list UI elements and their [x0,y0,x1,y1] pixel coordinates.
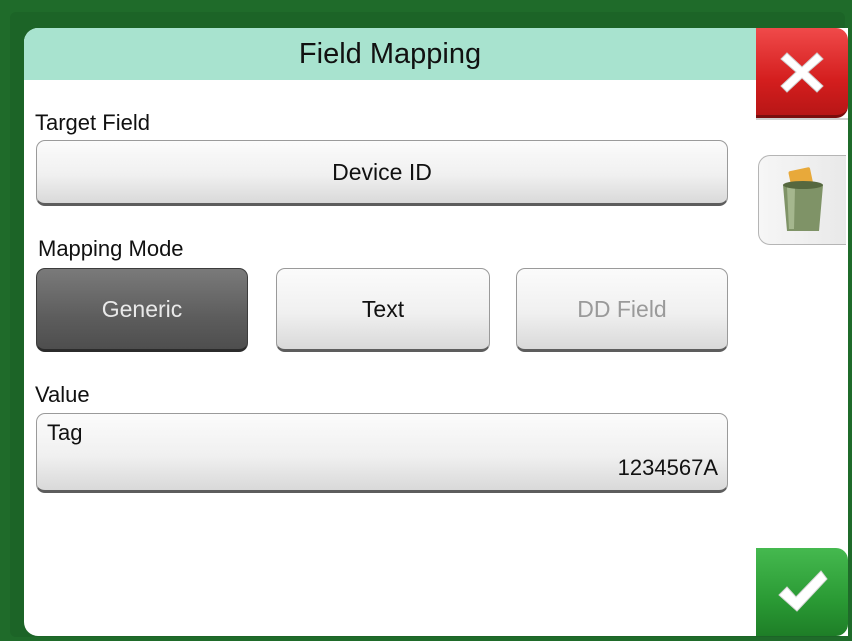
close-x-icon [780,51,824,93]
title-bar: Field Mapping [24,28,756,80]
target-field-value: Device ID [332,158,432,185]
trash-icon [782,167,823,231]
mode-text-label: Text [361,295,405,322]
close-button[interactable] [756,28,848,118]
delete-button[interactable] [758,155,846,245]
mode-generic-button[interactable]: Generic [36,268,248,352]
accept-button[interactable] [756,548,848,636]
main-panel: Field Mapping Target Field Device ID Map… [24,28,756,636]
target-field-label: Target Field [35,110,150,135]
page-title: Field Mapping [298,37,482,70]
mode-text-button[interactable]: Text [276,268,490,352]
mode-generic-label: Generic [101,295,183,322]
checkmark-icon [778,570,828,612]
value-field-value: 1234567A [617,455,718,480]
sidebar-divider [756,118,848,120]
target-field-button[interactable]: Device ID [36,140,728,206]
mode-dd-field-button[interactable]: DD Field [516,268,728,352]
value-label: Value [35,382,90,407]
value-field-button[interactable]: Tag 1234567A [36,413,728,493]
mode-dd-field-label: DD Field [577,295,667,322]
value-field-name: Tag [47,420,83,445]
mapping-mode-label: Mapping Mode [38,236,184,261]
